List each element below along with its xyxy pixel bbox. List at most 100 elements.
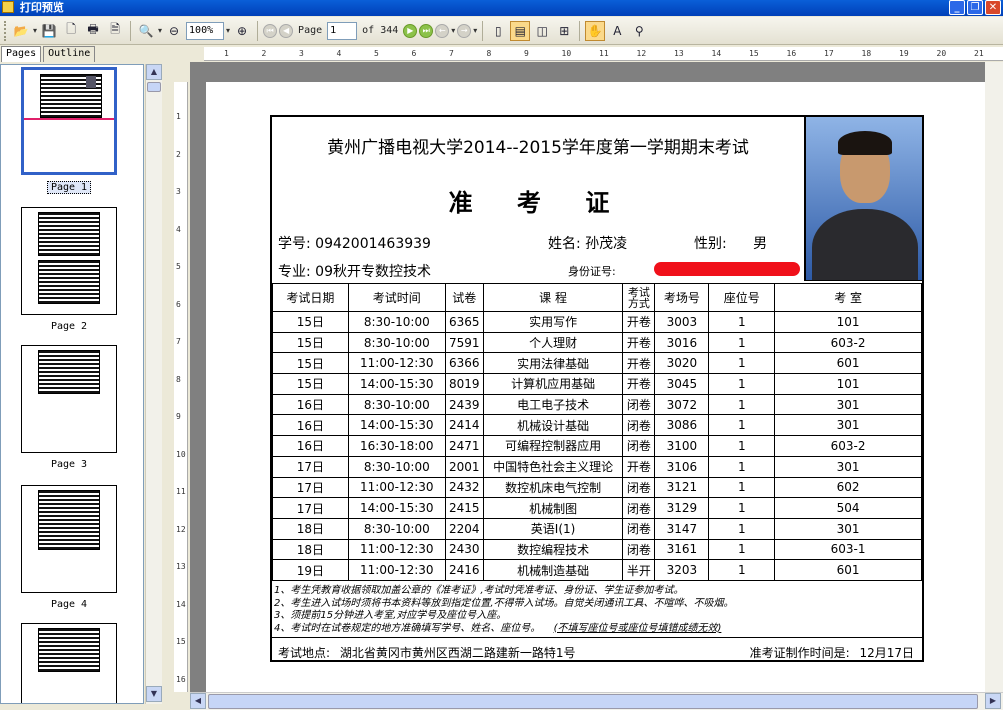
thumbnail-page-4[interactable] xyxy=(21,485,117,593)
open-dropdown-icon[interactable]: ▾ xyxy=(33,26,37,35)
thumbnail-content xyxy=(38,212,100,256)
restore-icon[interactable]: ❐ xyxy=(967,0,983,15)
col-exam-room-no-cell: 3045 xyxy=(654,373,710,395)
continuous-page-icon[interactable]: ▤ xyxy=(510,20,531,41)
col-seat-no-cell: 1 xyxy=(708,311,776,333)
col-classroom-cell: 504 xyxy=(774,497,922,519)
scroll-right-icon[interactable]: ▶ xyxy=(985,693,1001,709)
toolbar-grip[interactable] xyxy=(4,20,7,41)
thumbnail-content xyxy=(38,490,100,550)
col-exam-time-cell: 8:30-10:00 xyxy=(347,393,446,416)
col-paper-cell: 2430 xyxy=(444,538,484,561)
exam-location: 考试地点: 湖北省黄冈市黄州区西湖二路建新一路特1号 xyxy=(278,644,576,661)
single-page-icon[interactable]: ▯ xyxy=(488,21,508,41)
tab-outline[interactable]: Outline xyxy=(43,46,96,62)
col-exam-room-no-cell: 3100 xyxy=(654,435,710,457)
ticket-heading: 准 考 证 xyxy=(448,189,628,217)
col-exam-room-no-cell: 3072 xyxy=(654,393,710,416)
col-exam-mode-cell: 半开 xyxy=(622,559,656,581)
ruler-tick-label: 4 xyxy=(336,49,342,58)
new-document-icon[interactable]: 🗋 xyxy=(61,21,81,41)
thumbnail-label[interactable]: Page 4 xyxy=(21,599,117,610)
col-exam-time-cell: 8:30-10:00 xyxy=(347,311,446,333)
col-exam-mode-cell: 闭卷 xyxy=(622,517,656,540)
forward-dropdown-icon[interactable]: ▾ xyxy=(473,26,477,35)
thumbnail-page-5[interactable] xyxy=(21,623,117,703)
ruler-tick-label: 2 xyxy=(261,49,267,58)
ruler-tick-label: 5 xyxy=(374,49,379,58)
col-paper-cell: 8019 xyxy=(444,373,484,395)
zoom-input[interactable]: 100% xyxy=(186,21,225,40)
col-exam-date-cell: 15日 xyxy=(272,331,349,354)
col-exam-date-header: 考试日期 xyxy=(272,283,349,312)
thumbnail-label[interactable]: Page 2 xyxy=(21,321,117,332)
previous-page-icon[interactable]: ◀ xyxy=(279,23,294,38)
thumbnail-scrollbar[interactable]: ▲ ▼ xyxy=(145,64,162,704)
col-exam-mode-cell: 开卷 xyxy=(622,373,656,395)
col-course-cell: 机械设计基础 xyxy=(482,414,624,437)
ruler-tick-label: 17 xyxy=(824,49,834,58)
ruler-tick-label: 18 xyxy=(861,49,872,58)
scroll-down-icon[interactable]: ▼ xyxy=(146,686,162,702)
ruler-tick-label: 10 xyxy=(176,449,186,459)
multiple-pages-icon[interactable]: ⊞ xyxy=(554,21,574,41)
scroll-up-icon[interactable]: ▲ xyxy=(146,64,162,80)
zoom-plus-icon[interactable]: ⊕ xyxy=(232,21,252,41)
col-course-cell: 机械制图 xyxy=(482,497,624,519)
col-seat-no-header: 座位号 xyxy=(708,283,776,312)
back-dropdown-icon[interactable]: ▾ xyxy=(451,26,455,35)
page-setup-icon[interactable]: 🗎 xyxy=(105,21,125,41)
scrollbar-thumb[interactable] xyxy=(147,82,161,92)
preview-vertical-scrollbar[interactable] xyxy=(985,62,1003,692)
col-paper-cell: 2471 xyxy=(444,435,484,457)
print-icon[interactable]: 🖶 xyxy=(83,21,103,41)
thumbnail-label[interactable]: Page 1 xyxy=(21,181,117,194)
two-pages-icon[interactable]: ◫ xyxy=(532,21,552,41)
col-classroom-cell: 603-1 xyxy=(774,538,922,561)
scroll-left-icon[interactable]: ◀ xyxy=(190,693,206,709)
text-select-icon[interactable]: A xyxy=(607,21,627,41)
gender-label: 性别: xyxy=(694,236,727,252)
first-page-icon[interactable]: ⏮ xyxy=(263,23,278,38)
zoom-in-icon[interactable]: 🔍 xyxy=(136,21,156,41)
hand-tool-icon[interactable]: ✋ xyxy=(585,20,606,41)
last-page-icon[interactable]: ⏭ xyxy=(419,23,434,38)
minimize-icon[interactable]: _ xyxy=(949,0,965,15)
col-seat-no-cell: 1 xyxy=(708,559,776,581)
window-title: 打印预览 xyxy=(19,1,64,14)
preview-horizontal-scrollbar[interactable]: ◀ ▶ xyxy=(190,692,1003,710)
col-exam-date-cell: 15日 xyxy=(272,311,349,333)
forward-icon[interactable]: → xyxy=(457,23,472,38)
col-classroom-cell: 301 xyxy=(774,393,922,416)
back-icon[interactable]: ← xyxy=(435,23,450,38)
col-exam-mode-cell: 闭卷 xyxy=(622,393,656,416)
col-exam-date-cell: 17日 xyxy=(272,497,349,519)
col-course-cell: 机械制造基础 xyxy=(482,559,624,581)
zoom-dropdown-icon[interactable]: ▾ xyxy=(158,26,162,35)
thumbnail-label[interactable]: Page 3 xyxy=(21,459,117,470)
open-folder-icon[interactable]: 📂 xyxy=(11,21,31,41)
note-4-row: 4、考试时在试卷规定的地方准确填写学号、姓名、座位号。 (不填写座位号或座位号填… xyxy=(274,623,920,636)
col-exam-mode-header: 考试方式 xyxy=(622,283,656,312)
thumbnail-page-3[interactable] xyxy=(21,345,117,453)
find-binoculars-icon[interactable]: ⚲ xyxy=(629,21,649,41)
col-exam-room-no-cell: 3020 xyxy=(654,352,710,375)
name-row: 姓名: 孙茂凌 xyxy=(548,233,627,253)
next-page-icon[interactable]: ▶ xyxy=(403,23,418,38)
tab-pages[interactable]: Pages xyxy=(1,46,42,62)
col-course-cell: 数控机床电气控制 xyxy=(482,476,624,499)
made-time-label: 准考证制作时间是: xyxy=(749,646,850,660)
col-exam-date-cell: 17日 xyxy=(272,455,349,478)
name-label: 姓名: xyxy=(548,236,581,252)
zoom-out-icon[interactable]: ⊖ xyxy=(164,21,184,41)
thumbnail-page-1[interactable] xyxy=(21,67,117,175)
horizontal-scrollbar-thumb[interactable] xyxy=(208,694,978,709)
close-icon[interactable]: ✕ xyxy=(985,0,1001,15)
preview-area: 黄州广播电视大学2014--2015学年度第一学期期末考试 准 考 证 学号: … xyxy=(190,62,1003,692)
save-icon[interactable]: 💾 xyxy=(39,21,59,41)
table-row: 15日 8:30-10:00 6365 实用写作 开卷 3003 1 101 xyxy=(272,311,922,333)
zoom-level-dropdown-icon[interactable]: ▾ xyxy=(226,26,230,35)
ruler-tick-label: 3 xyxy=(299,49,304,58)
page-number-input[interactable]: 1 xyxy=(327,21,358,40)
thumbnail-page-2[interactable] xyxy=(21,207,117,315)
